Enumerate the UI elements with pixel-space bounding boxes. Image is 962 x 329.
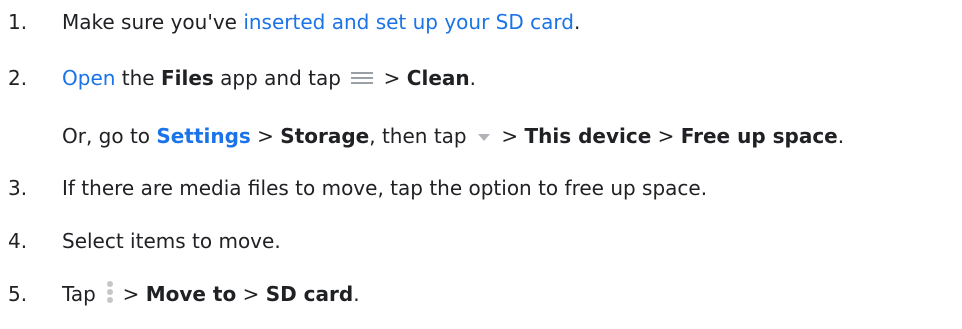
step-text-segment: Or, go to	[62, 124, 157, 148]
sd-card-option: SD card	[265, 282, 354, 306]
storage-option: Storage	[280, 124, 370, 148]
step-text-segment: .	[573, 10, 581, 34]
step-text: Make sure you've inserted and set up you…	[62, 10, 580, 34]
step-text: Or, go to Settings > Storage, then tap >…	[62, 124, 844, 148]
files-app-name: Files	[160, 66, 214, 90]
step-2-alternative: Or, go to Settings > Storage, then tap >…	[0, 124, 962, 164]
step-5: 5. Tap > Move to > SD card.	[0, 280, 962, 322]
move-to-option: Move to	[145, 282, 237, 306]
step-3: 3. If there are media files to move, tap…	[0, 176, 962, 216]
step-text-segment: >	[377, 66, 407, 90]
insert-sd-card-link[interactable]: inserted and set up your SD card	[243, 10, 574, 34]
step-text-segment: >	[651, 124, 681, 148]
menu-icon	[351, 70, 374, 86]
step-number: 2.	[8, 66, 28, 90]
step-1: 1. Make sure you've inserted and set up …	[0, 10, 962, 50]
step-number: 5.	[8, 282, 28, 306]
step-text-segment: .	[353, 282, 360, 306]
free-up-space-option: Free up space	[680, 124, 838, 148]
step-text: Tap > Move to > SD card.	[62, 280, 360, 308]
step-text: If there are media files to move, tap th…	[62, 176, 708, 200]
clean-option: Clean	[406, 66, 470, 90]
step-text-segment: .	[837, 124, 845, 148]
step-text-segment: the	[115, 66, 161, 90]
step-text-segment: .	[469, 66, 476, 90]
step-text-segment: >	[236, 282, 266, 306]
step-number: 1.	[8, 10, 28, 34]
step-text-segment: Make sure you've	[62, 10, 244, 34]
step-text: Open the Files app and tap > Clean.	[62, 66, 476, 90]
step-text-segment: >	[116, 282, 146, 306]
step-text: Select items to move.	[62, 229, 281, 253]
more-vert-icon	[106, 280, 114, 305]
step-text-segment: >	[494, 124, 525, 148]
step-2: 2. Open the Files app and tap > Clean.	[0, 66, 962, 106]
step-4: 4. Select items to move.	[0, 229, 962, 269]
step-number: 4.	[8, 229, 28, 253]
step-text-segment: Tap	[62, 282, 103, 306]
dropdown-caret-icon	[476, 132, 492, 142]
step-number: 3.	[8, 176, 28, 200]
step-text-segment: >	[250, 124, 281, 148]
this-device-option: This device	[524, 124, 652, 148]
settings-link[interactable]: Settings	[156, 124, 250, 148]
step-text-segment: , then tap	[369, 124, 473, 148]
open-files-link[interactable]: Open	[62, 66, 115, 90]
step-text-segment: app and tap	[213, 66, 348, 90]
